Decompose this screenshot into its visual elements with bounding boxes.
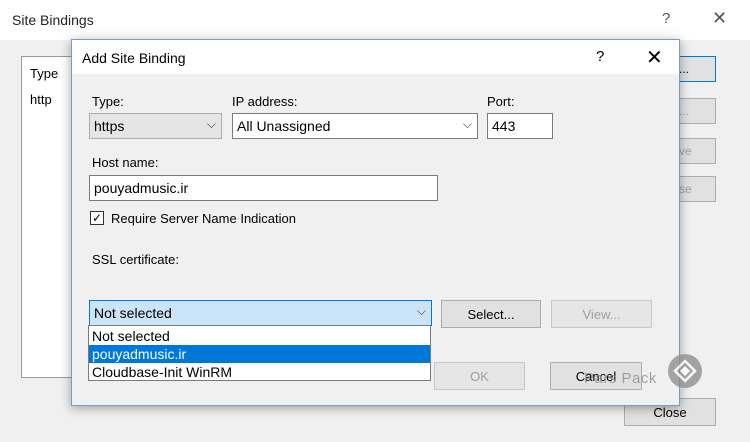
dropdown-option-cloudbase-init[interactable]: Cloudbase-Init WinRM bbox=[89, 363, 430, 381]
list-item[interactable]: http bbox=[30, 92, 52, 107]
view-certificate-button[interactable]: View... bbox=[551, 300, 652, 328]
ssl-certificate-select-value: Not selected bbox=[94, 305, 172, 321]
site-bindings-titlebar: Site Bindings ? ✕ bbox=[0, 0, 750, 40]
ip-address-select[interactable]: All Unassigned ⌵ bbox=[232, 113, 478, 139]
parspack-logo-icon bbox=[668, 354, 702, 388]
dropdown-option-not-selected[interactable]: Not selected bbox=[89, 327, 430, 345]
dialog-help-button[interactable]: ? bbox=[596, 48, 604, 65]
close-icon[interactable]: ✕ bbox=[712, 8, 727, 29]
column-header-type[interactable]: Type bbox=[30, 66, 58, 81]
ssl-certificate-select[interactable]: Not selected ⌵ bbox=[89, 300, 432, 326]
port-label: Port: bbox=[487, 94, 515, 109]
watermark-text: Pars Pack bbox=[584, 370, 657, 387]
type-label: Type: bbox=[92, 94, 124, 109]
ip-address-select-value: All Unassigned bbox=[237, 118, 331, 134]
dialog-titlebar: Add Site Binding ? ✕ bbox=[72, 40, 679, 74]
parspack-watermark: Pars Pack bbox=[582, 348, 708, 398]
chevron-down-icon: ⌵ bbox=[206, 117, 216, 131]
sni-checkbox[interactable]: ✓ bbox=[90, 211, 104, 225]
ok-button[interactable]: OK bbox=[434, 362, 525, 390]
ssl-certificate-label: SSL certificate: bbox=[92, 252, 179, 267]
port-field[interactable]: 443 bbox=[487, 113, 553, 139]
host-name-label: Host name: bbox=[92, 155, 159, 170]
chevron-down-icon: ⌵ bbox=[462, 117, 472, 131]
type-select-value: https bbox=[94, 118, 125, 134]
host-name-field[interactable]: pouyadmusic.ir bbox=[89, 175, 438, 201]
dropdown-option-pouyadmusic[interactable]: pouyadmusic.ir bbox=[89, 345, 430, 363]
bindings-list[interactable]: Type http bbox=[21, 56, 73, 378]
dialog-title: Add Site Binding bbox=[82, 50, 186, 66]
chevron-down-icon: ⌵ bbox=[416, 304, 426, 318]
ip-address-label: IP address: bbox=[232, 94, 298, 109]
dialog-close-icon[interactable]: ✕ bbox=[646, 45, 663, 70]
help-button[interactable]: ? bbox=[662, 10, 670, 27]
site-bindings-title: Site Bindings bbox=[12, 12, 94, 28]
select-certificate-button[interactable]: Select... bbox=[441, 300, 541, 328]
ssl-certificate-dropdown[interactable]: Not selected pouyadmusic.ir Cloudbase-In… bbox=[88, 325, 431, 381]
type-select[interactable]: https ⌵ bbox=[89, 113, 222, 139]
sni-label[interactable]: Require Server Name Indication bbox=[111, 211, 296, 226]
